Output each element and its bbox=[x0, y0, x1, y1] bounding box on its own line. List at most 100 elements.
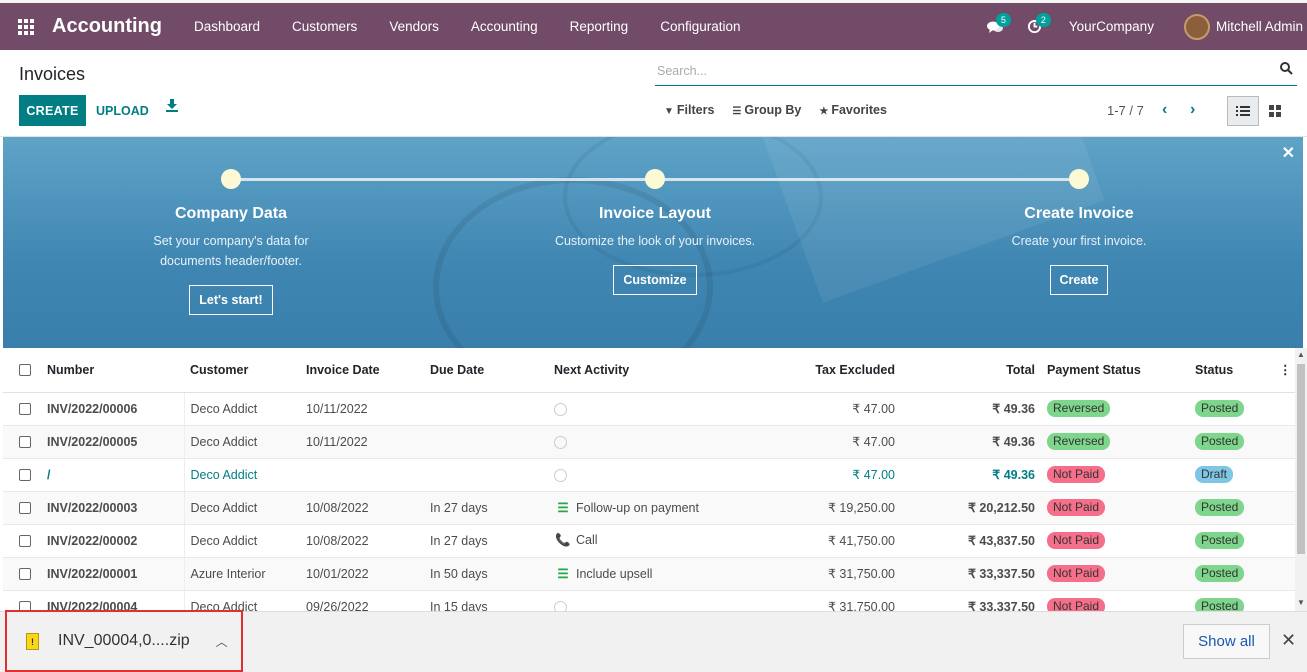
download-icon[interactable] bbox=[163, 99, 181, 121]
kanban-view-button[interactable] bbox=[1259, 96, 1291, 126]
chevron-up-icon[interactable]: ︿ bbox=[216, 633, 228, 650]
optional-columns-icon[interactable]: ⋮ bbox=[1273, 348, 1295, 393]
customer: Deco Addict bbox=[183, 425, 300, 459]
create-button[interactable]: CREATE bbox=[19, 95, 86, 126]
column-next-activity[interactable]: Next Activity bbox=[548, 348, 738, 393]
list-view-button[interactable] bbox=[1227, 96, 1259, 126]
column-payment-status[interactable]: Payment Status bbox=[1041, 348, 1189, 393]
column-customer[interactable]: Customer bbox=[184, 348, 300, 393]
pager-value[interactable]: 1-7 / 7 bbox=[1107, 103, 1144, 118]
filters-dropdown[interactable]: ▼ Filters bbox=[664, 103, 714, 117]
invoice-date bbox=[300, 458, 424, 492]
search-input[interactable] bbox=[655, 58, 1265, 84]
tax-excluded: ₹ 47.00 bbox=[738, 458, 901, 492]
create-invoice-button[interactable]: Create bbox=[1049, 265, 1109, 295]
invoice-date: 10/11/2022 bbox=[300, 392, 424, 426]
table-row[interactable]: / Deco Addict ₹ 47.00 ₹ 49.36 Not Paid D… bbox=[3, 458, 1295, 492]
select-all-checkbox[interactable] bbox=[19, 364, 31, 377]
row-checkbox[interactable] bbox=[19, 403, 31, 416]
list-scrollbar[interactable]: ▲ ▼ bbox=[1295, 348, 1307, 611]
top-navbar: Accounting Dashboard Customers Vendors A… bbox=[0, 0, 1307, 50]
user-name: Mitchell Admin bbox=[1215, 19, 1303, 34]
invoice-date: 10/08/2022 bbox=[300, 491, 424, 525]
row-checkbox[interactable] bbox=[19, 568, 31, 581]
step-dot bbox=[221, 169, 241, 189]
show-all-button[interactable]: Show all bbox=[1183, 624, 1270, 659]
scroll-down-icon[interactable]: ▼ bbox=[1297, 598, 1305, 607]
payment-status-badge: Not Paid bbox=[1047, 499, 1106, 516]
due-date bbox=[424, 458, 548, 492]
menu-accounting[interactable]: Accounting bbox=[455, 3, 554, 50]
table-row[interactable]: INV/2022/00005 Deco Addict 10/11/2022 ₹ … bbox=[3, 425, 1295, 459]
groupby-dropdown[interactable]: ☰ Group By bbox=[732, 103, 801, 117]
status-badge: Posted bbox=[1195, 598, 1245, 611]
menu-vendors[interactable]: Vendors bbox=[373, 3, 455, 50]
activity-clock-icon[interactable] bbox=[554, 600, 567, 611]
invoice-number: INV/2022/00001 bbox=[41, 557, 184, 591]
invoice-number: INV/2022/00004 bbox=[41, 590, 184, 611]
tax-excluded: ₹ 31,750.00 bbox=[738, 557, 901, 591]
tax-excluded: ₹ 47.00 bbox=[738, 392, 901, 426]
apps-menu-icon[interactable] bbox=[0, 3, 52, 50]
next-activity[interactable]: ☰ Follow-up on payment bbox=[548, 491, 738, 525]
column-total[interactable]: Total bbox=[901, 348, 1041, 393]
payment-status-badge: Not Paid bbox=[1047, 598, 1106, 611]
total: ₹ 49.36 bbox=[901, 458, 1041, 492]
step-dot bbox=[1069, 169, 1089, 189]
download-item[interactable]: ! INV_00004,0....zip ︿ bbox=[5, 610, 243, 672]
menu-reporting[interactable]: Reporting bbox=[554, 3, 645, 50]
column-tax-excluded[interactable]: Tax Excluded bbox=[738, 348, 901, 393]
invoice-date: 10/11/2022 bbox=[300, 425, 424, 459]
column-invoice-date[interactable]: Invoice Date bbox=[300, 348, 424, 393]
total: ₹ 49.36 bbox=[901, 392, 1041, 426]
next-activity[interactable]: 📞 Call bbox=[548, 524, 738, 558]
column-due-date[interactable]: Due Date bbox=[424, 348, 548, 393]
close-icon[interactable]: ✕ bbox=[1281, 630, 1296, 651]
messages-icon[interactable]: 5 bbox=[975, 3, 1015, 50]
pager-previous-icon[interactable]: ‹ bbox=[1162, 101, 1167, 119]
user-menu[interactable]: Mitchell Admin bbox=[1183, 13, 1307, 40]
menu-customers[interactable]: Customers bbox=[276, 3, 373, 50]
table-row[interactable]: INV/2022/00002 Deco Addict 10/08/2022 In… bbox=[3, 524, 1295, 558]
activity-clock-icon[interactable] bbox=[554, 468, 567, 482]
table-row[interactable]: INV/2022/00006 Deco Addict 10/11/2022 ₹ … bbox=[3, 392, 1295, 426]
row-checkbox[interactable] bbox=[19, 535, 31, 548]
upload-button[interactable]: UPLOAD bbox=[96, 95, 149, 126]
customize-button[interactable]: Customize bbox=[613, 265, 697, 295]
row-checkbox[interactable] bbox=[19, 502, 31, 515]
close-icon[interactable]: ✕ bbox=[1282, 143, 1295, 163]
row-checkbox[interactable] bbox=[19, 436, 31, 449]
favorites-dropdown[interactable]: ★ Favorites bbox=[819, 103, 887, 117]
due-date: In 50 days bbox=[424, 557, 548, 591]
next-activity[interactable]: ☰ Include upsell bbox=[548, 557, 738, 591]
scrollbar-thumb[interactable] bbox=[1297, 364, 1305, 554]
activity-clock-icon[interactable] bbox=[554, 435, 567, 449]
due-date bbox=[424, 425, 548, 459]
total: ₹ 20,212.50 bbox=[901, 491, 1041, 525]
activities-clock-icon[interactable]: 2 bbox=[1015, 3, 1055, 50]
lets-start-button[interactable]: Let's start! bbox=[189, 285, 273, 315]
due-date: In 27 days bbox=[424, 491, 548, 525]
column-number[interactable]: Number bbox=[41, 348, 184, 393]
search-icon[interactable] bbox=[1280, 62, 1293, 78]
company-switcher[interactable]: YourCompany bbox=[1055, 19, 1184, 34]
app-brand[interactable]: Accounting bbox=[52, 15, 162, 38]
activity-clock-icon[interactable] bbox=[554, 402, 567, 416]
invoice-list: Number Customer Invoice Date Due Date Ne… bbox=[3, 348, 1295, 611]
menu-configuration[interactable]: Configuration bbox=[644, 3, 756, 50]
scroll-up-icon[interactable]: ▲ bbox=[1297, 350, 1305, 359]
table-row[interactable]: INV/2022/00004 Deco Addict 09/26/2022 In… bbox=[3, 590, 1295, 611]
tax-excluded: ₹ 47.00 bbox=[738, 425, 901, 459]
pager-next-icon[interactable]: › bbox=[1190, 101, 1195, 119]
column-status[interactable]: Status bbox=[1189, 348, 1273, 393]
menu-dashboard[interactable]: Dashboard bbox=[178, 3, 276, 50]
row-checkbox[interactable] bbox=[19, 469, 31, 482]
total: ₹ 33,337.50 bbox=[901, 590, 1041, 611]
phone-icon: 📞 bbox=[555, 533, 571, 547]
table-row[interactable]: INV/2022/00001 Azure Interior 10/01/2022… bbox=[3, 557, 1295, 591]
step-title: Company Data bbox=[174, 205, 288, 222]
invoice-date: 10/08/2022 bbox=[300, 524, 424, 558]
tax-excluded: ₹ 41,750.00 bbox=[738, 524, 901, 558]
step-title: Invoice Layout bbox=[598, 205, 712, 222]
table-row[interactable]: INV/2022/00003 Deco Addict 10/08/2022 In… bbox=[3, 491, 1295, 525]
